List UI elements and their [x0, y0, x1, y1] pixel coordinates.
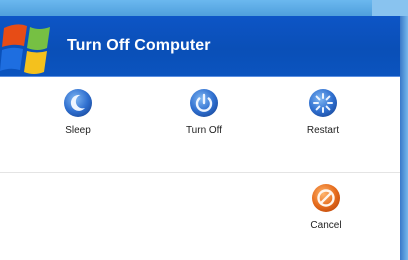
restart-label: Restart [306, 125, 340, 136]
restart-icon [309, 89, 337, 117]
turn-off-button[interactable]: Turn Off [168, 87, 240, 136]
dialog-title: Turn Off Computer [67, 37, 211, 54]
turn-off-computer-dialog: Turn Off Computer Sleep Turn Off Restart… [0, 16, 400, 260]
restart-button[interactable]: Restart [287, 87, 359, 136]
cancel-button[interactable]: Cancel [290, 182, 362, 231]
sleep-button[interactable]: Sleep [42, 87, 114, 136]
sleep-label: Sleep [65, 125, 91, 136]
button-separator [0, 172, 400, 173]
cancel-label: Cancel [310, 220, 342, 231]
title-bar: Turn Off Computer [0, 16, 400, 77]
window-frame-corner [372, 0, 408, 16]
desktop-top-strip [0, 0, 408, 16]
window-right-frame [400, 16, 408, 260]
dialog-content: Sleep Turn Off Restart Cancel [0, 77, 400, 260]
cancel-icon [312, 184, 340, 212]
windows-logo-icon [0, 18, 54, 78]
power-icon [190, 89, 218, 117]
turn-off-label: Turn Off [185, 125, 223, 136]
moon-icon [64, 89, 92, 117]
